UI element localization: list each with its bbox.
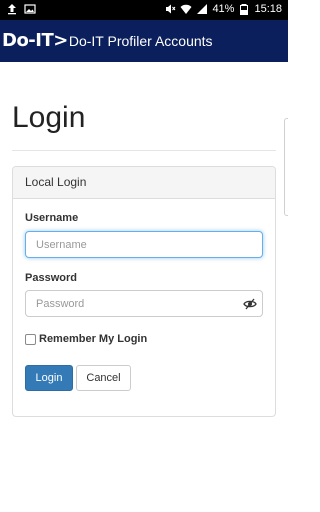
app-bar: Do-IT> Do-IT Profiler Accounts bbox=[0, 20, 288, 62]
image-icon bbox=[24, 3, 36, 15]
remember-login-row[interactable]: Remember My Login bbox=[25, 333, 147, 345]
status-bar: 41% 15:18 bbox=[0, 0, 288, 20]
password-label: Password bbox=[25, 272, 77, 284]
remember-login-label[interactable]: Remember My Login bbox=[39, 333, 147, 345]
upload-icon bbox=[6, 3, 18, 15]
password-input[interactable] bbox=[25, 290, 263, 317]
local-login-panel: Local Login Username Password Remember M… bbox=[12, 166, 276, 417]
panel-heading: Local Login bbox=[13, 167, 275, 199]
remember-login-checkbox[interactable] bbox=[25, 333, 36, 345]
side-scroll-handle[interactable] bbox=[284, 118, 288, 216]
battery-percent: 41% bbox=[212, 3, 235, 15]
toggle-password-visibility-icon[interactable] bbox=[243, 297, 257, 311]
wifi-icon bbox=[180, 3, 192, 15]
mute-icon bbox=[164, 3, 176, 15]
login-button[interactable]: Login bbox=[25, 365, 73, 391]
username-label: Username bbox=[25, 212, 79, 224]
page-title: Login bbox=[12, 101, 86, 134]
signal-icon bbox=[196, 3, 208, 15]
status-left bbox=[6, 3, 36, 15]
title-divider bbox=[12, 150, 276, 151]
clock-time: 15:18 bbox=[254, 3, 282, 15]
battery-icon bbox=[238, 3, 250, 15]
status-right: 41% 15:18 bbox=[164, 3, 282, 15]
app-title[interactable]: Do-IT Profiler Accounts bbox=[69, 33, 213, 49]
username-input[interactable] bbox=[25, 231, 263, 258]
cancel-button[interactable]: Cancel bbox=[76, 365, 131, 391]
main-content: Login Local Login Username Password Reme… bbox=[0, 62, 288, 512]
brand-logo[interactable]: Do-IT> bbox=[2, 31, 68, 51]
